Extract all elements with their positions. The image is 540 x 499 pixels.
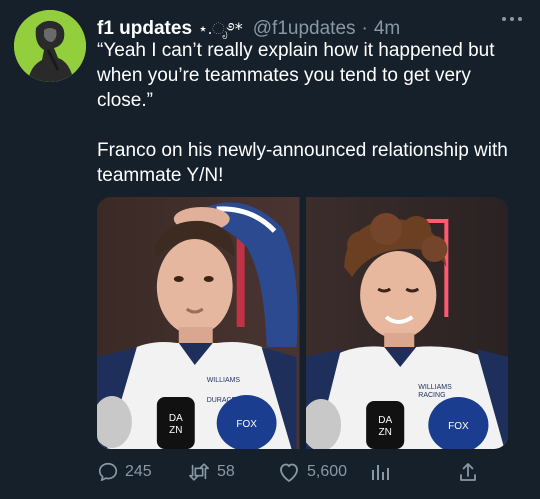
share-button[interactable] <box>457 461 479 483</box>
photo-2-image: WILLIAMS RACING DA ZN FOX <box>305 197 508 449</box>
more-icon[interactable] <box>502 14 522 24</box>
retweet-icon <box>189 463 209 481</box>
like-button[interactable]: 5,600 <box>277 461 347 483</box>
separator: · <box>361 18 368 39</box>
svg-text:WILLIAMS: WILLIAMS <box>418 384 452 391</box>
photo-1[interactable]: WILLIAMS DURACELL DA ZN FOX <box>97 197 300 449</box>
svg-text:ZN: ZN <box>378 427 391 438</box>
avatar-image <box>14 10 86 82</box>
analytics-button[interactable] <box>369 461 391 483</box>
svg-text:RACING: RACING <box>418 392 445 399</box>
more-dot <box>502 17 506 21</box>
svg-text:WILLIAMS: WILLIAMS <box>207 377 241 384</box>
reply-count: 245 <box>125 463 152 480</box>
avatar[interactable] <box>14 10 86 82</box>
tweet-text: “Yeah I can’t really explain how it happ… <box>97 38 527 188</box>
svg-text:DA: DA <box>169 413 183 424</box>
reply-button[interactable]: 245 <box>97 461 152 483</box>
tweet-header: f1 updates ⋆.ೃ࿔* @f1updates · 4m <box>97 11 400 40</box>
tweet-caption: Franco on his newly-announced relationsh… <box>97 140 508 186</box>
media-grid: WILLIAMS DURACELL DA ZN FOX WILLIAMS RAC… <box>97 197 508 449</box>
svg-text:DA: DA <box>378 415 392 426</box>
retweet-count: 58 <box>217 463 235 480</box>
share-icon <box>460 463 476 481</box>
handle[interactable]: @f1updates <box>253 18 356 40</box>
more-dot <box>510 17 514 21</box>
svg-text:FOX: FOX <box>448 421 469 432</box>
display-name[interactable]: f1 updates <box>97 18 192 40</box>
svg-text:ZN: ZN <box>169 425 182 436</box>
tweet: f1 updates ⋆.ೃ࿔* @f1updates · 4m “Yeah I… <box>0 0 540 499</box>
timestamp[interactable]: 4m <box>374 18 400 40</box>
heart-icon <box>280 463 298 482</box>
analytics-icon <box>372 465 389 480</box>
svg-text:FOX: FOX <box>236 419 257 430</box>
more-dot <box>518 17 522 21</box>
tweet-quote: “Yeah I can’t really explain how it happ… <box>97 40 495 111</box>
reply-icon <box>98 462 118 482</box>
like-count: 5,600 <box>307 463 348 480</box>
retweet-button[interactable]: 58 <box>187 461 235 483</box>
photo-2[interactable]: WILLIAMS RACING DA ZN FOX <box>305 197 508 449</box>
tweet-actions: 245 58 5,600 <box>97 457 497 487</box>
photo-1-image: WILLIAMS DURACELL DA ZN FOX <box>97 197 300 449</box>
